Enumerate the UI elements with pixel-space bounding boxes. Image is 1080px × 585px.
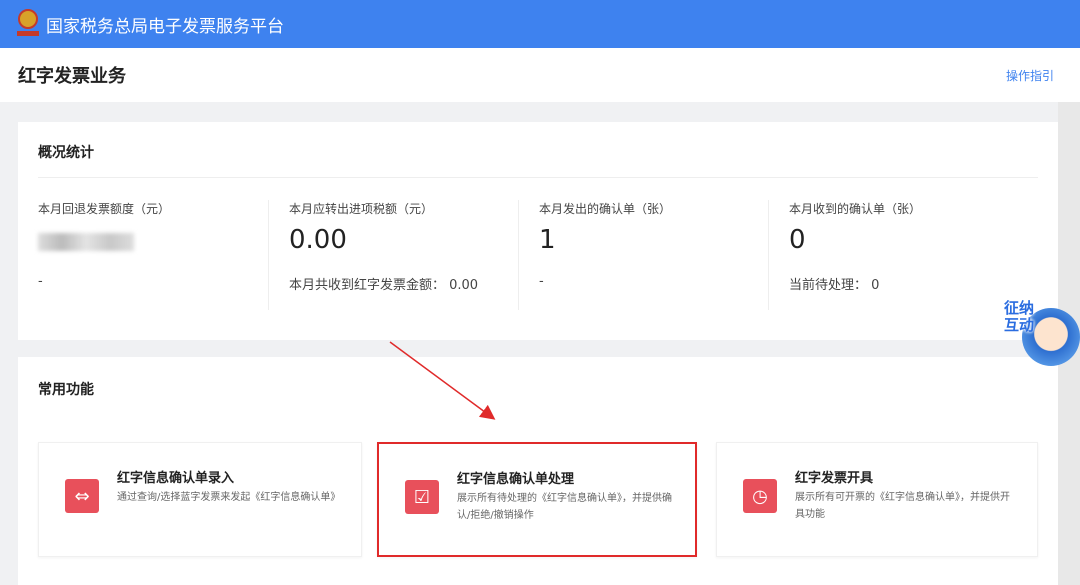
stat-value: 0 — [789, 225, 806, 255]
stat-label: 本月收到的确认单（张） — [789, 202, 922, 216]
page-title-bar: 红字发票业务 操作指引 — [0, 48, 1080, 102]
stat-footer: 当前待处理： 0 — [789, 278, 880, 293]
stat-value-blurred — [38, 225, 288, 261]
entry-icon: ⇔ — [65, 479, 99, 513]
mascot-label: 征纳互动 — [1004, 299, 1035, 334]
platform-title: 国家税务总局电子发票服务平台 — [46, 16, 284, 37]
interaction-mascot-button[interactable]: 征纳互动 — [1004, 300, 1080, 370]
function-desc: 展示所有可开票的《红字信息确认单》，并提供开具功能 — [795, 492, 1010, 520]
stat-returned-quota: 本月回退发票额度（元） - — [38, 200, 288, 310]
stat-value: 0.00 — [289, 225, 347, 255]
function-desc: 展示所有待处理的《红字信息确认单》，并提供确认/拒绝/撤销操作 — [457, 493, 672, 521]
stat-footer: - — [539, 274, 544, 289]
guide-link[interactable]: 操作指引 — [1006, 67, 1054, 84]
tax-emblem-logo — [16, 9, 40, 39]
stat-label: 本月应转出进项税额（元） — [289, 202, 434, 216]
divider — [38, 177, 1038, 178]
stat-input-tax-transfer: 本月应转出进项税额（元） 0.00 本月共收到红字发票金额： 0.00 — [268, 200, 518, 310]
function-title: 红字信息确认单录入 — [117, 471, 235, 486]
stat-label: 本月回退发票额度（元） — [38, 202, 171, 216]
function-desc: 通过查询/选择蓝字发票来发起《红字信息确认单》 — [117, 492, 341, 503]
function-card-process[interactable]: ☑ 红字信息确认单处理 展示所有待处理的《红字信息确认单》，并提供确认/拒绝/撤… — [377, 442, 697, 557]
page-title: 红字发票业务 — [18, 66, 126, 87]
top-header: 国家税务总局电子发票服务平台 — [0, 0, 1080, 48]
functions-title: 常用功能 — [38, 382, 94, 398]
stat-value: 1 — [539, 225, 556, 255]
stat-sent-confirmations: 本月发出的确认单（张） 1 - — [518, 200, 768, 310]
overview-stats-card: 概况统计 本月回退发票额度（元） - 本月应转出进项税额（元） 0.00 本月共… — [18, 122, 1058, 340]
issue-icon: ◷ — [743, 479, 777, 513]
function-card-entry[interactable]: ⇔ 红字信息确认单录入 通过查询/选择蓝字发票来发起《红字信息确认单》 — [38, 442, 362, 557]
stat-label: 本月发出的确认单（张） — [539, 202, 672, 216]
stat-received-confirmations: 本月收到的确认单（张） 0 当前待处理： 0 — [768, 200, 1018, 310]
common-functions-card: 常用功能 ⇔ 红字信息确认单录入 通过查询/选择蓝字发票来发起《红字信息确认单》… — [18, 357, 1058, 585]
function-card-issue[interactable]: ◷ 红字发票开具 展示所有可开票的《红字信息确认单》，并提供开具功能 — [716, 442, 1038, 557]
process-icon: ☑ — [405, 480, 439, 514]
function-title: 红字信息确认单处理 — [457, 472, 575, 487]
stats-title: 概况统计 — [38, 145, 94, 161]
stat-footer: 本月共收到红字发票金额： 0.00 — [289, 278, 479, 293]
function-title: 红字发票开具 — [795, 471, 874, 486]
stat-footer: - — [38, 274, 43, 289]
